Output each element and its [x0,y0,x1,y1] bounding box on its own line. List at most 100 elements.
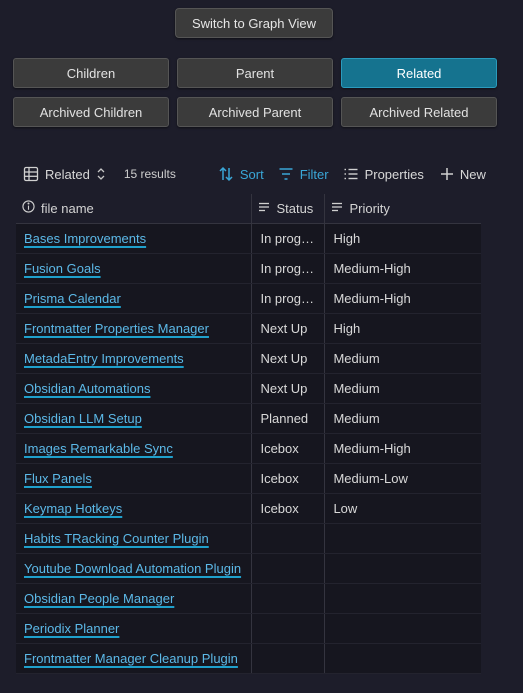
file-link[interactable]: Obsidian People Manager [24,591,174,606]
file-link[interactable]: Fusion Goals [24,261,101,276]
text-property-icon [258,201,270,216]
children-button[interactable]: Children [13,58,169,88]
priority-cell[interactable] [324,613,481,644]
status-cell[interactable] [251,613,325,644]
priority-cell[interactable]: High [324,223,481,254]
table-row: Images Remarkable Sync Icebox Medium-High [16,433,481,464]
priority-cell[interactable] [324,553,481,584]
priority-cell[interactable]: Medium-High [324,283,481,314]
properties-button[interactable]: Properties [343,166,424,182]
relation-buttons: Children Parent Related Archived Childre… [13,58,497,127]
sort-label: Sort [239,166,264,182]
table-row: Keymap Hotkeys Icebox Low [16,493,481,524]
sort-button[interactable]: Sort [218,166,264,182]
column-header-file-name[interactable]: file name [16,194,252,224]
parent-button[interactable]: Parent [177,58,333,88]
status-cell[interactable] [251,583,325,614]
sort-icon [218,166,234,182]
status-cell[interactable]: In progress [251,223,325,254]
file-link[interactable]: Bases Improvements [24,231,146,246]
file-name-cell: Obsidian Automations [16,373,252,404]
priority-value: Medium-High [333,440,411,456]
table-row: Bases Improvements In progress High [16,223,481,254]
new-button[interactable]: New [440,167,486,182]
related-button[interactable]: Related [341,58,497,88]
file-link[interactable]: Obsidian LLM Setup [24,411,142,426]
filter-label: Filter [299,166,329,182]
plus-icon [440,167,454,181]
status-cell[interactable]: Next Up [251,313,325,344]
file-name-cell: Frontmatter Properties Manager [16,313,252,344]
view-selector[interactable]: Related [23,166,106,182]
status-cell[interactable]: Next Up [251,373,325,404]
file-name-cell: MetadaEntry Improvements [16,343,252,374]
priority-cell[interactable]: Medium-High [324,433,481,464]
priority-cell[interactable]: Medium [324,373,481,404]
status-cell[interactable]: Next Up [251,343,325,374]
file-link[interactable]: Frontmatter Manager Cleanup Plugin [24,651,238,666]
priority-value: High [333,320,361,336]
priority-cell[interactable] [324,523,481,554]
file-link[interactable]: Periodix Planner [24,621,119,636]
column-label: Priority [349,200,390,216]
file-link[interactable]: Keymap Hotkeys [24,501,122,516]
priority-cell[interactable]: Medium [324,403,481,434]
column-header-status[interactable]: Status [251,194,325,224]
status-cell[interactable] [251,553,325,584]
priority-cell[interactable]: Medium [324,343,481,374]
file-name-cell: Obsidian LLM Setup [16,403,252,434]
table-row: Obsidian LLM Setup Planned Medium [16,403,481,434]
file-link[interactable]: Frontmatter Properties Manager [24,321,209,336]
table-header-row: file name Status Priority [16,194,481,224]
table-row: Flux Panels Icebox Medium-Low [16,463,481,494]
table-row: MetadaEntry Improvements Next Up Medium [16,343,481,374]
status-cell[interactable]: In progress [251,283,325,314]
priority-cell[interactable]: Medium-High [324,253,481,284]
archived-children-button[interactable]: Archived Children [13,97,169,127]
status-cell[interactable]: In progress [251,253,325,284]
column-label: Status [276,200,314,216]
table-row: Obsidian Automations Next Up Medium [16,373,481,404]
status-value: Icebox [260,470,299,486]
priority-value: Medium [333,410,380,426]
view-name: Related [45,166,90,182]
archived-related-button[interactable]: Archived Related [341,97,497,127]
bases-view-panel: Switch to Graph View Children Parent Rel… [0,0,523,693]
status-cell[interactable]: Planned [251,403,325,434]
file-link[interactable]: MetadaEntry Improvements [24,351,184,366]
priority-value: High [333,230,361,246]
status-cell[interactable] [251,643,325,674]
status-value: Planned [260,410,309,426]
status-value: Next Up [260,380,308,396]
filter-button[interactable]: Filter [278,166,329,182]
file-link[interactable]: Prisma Calendar [24,291,121,306]
file-link[interactable]: Flux Panels [24,471,92,486]
priority-cell[interactable]: Medium-Low [324,463,481,494]
text-property-icon [331,201,343,216]
bases-toolbar: Related 15 results Sort Filter Propertie… [16,160,486,188]
status-value: In progress [260,290,316,306]
priority-cell[interactable]: Low [324,493,481,524]
priority-cell[interactable]: High [324,313,481,344]
priority-value: Medium [333,380,380,396]
switch-to-graph-view-button[interactable]: Switch to Graph View [175,8,333,38]
chevron-up-down-icon [96,167,106,181]
status-cell[interactable]: Icebox [251,493,325,524]
file-link[interactable]: Images Remarkable Sync [24,441,173,456]
file-name-cell: Keymap Hotkeys [16,493,252,524]
file-name-cell: Obsidian People Manager [16,583,252,614]
file-link[interactable]: Habits TRacking Counter Plugin [24,531,209,546]
table-row: Habits TRacking Counter Plugin [16,523,481,554]
status-cell[interactable] [251,523,325,554]
status-value: In progress [260,230,316,246]
status-cell[interactable]: Icebox [251,433,325,464]
status-cell[interactable]: Icebox [251,463,325,494]
file-link[interactable]: Youtube Download Automation Plugin [24,561,241,576]
priority-cell[interactable] [324,583,481,614]
new-label: New [459,166,486,182]
file-link[interactable]: Obsidian Automations [24,381,150,396]
priority-cell[interactable] [324,643,481,674]
archived-parent-button[interactable]: Archived Parent [177,97,333,127]
column-header-priority[interactable]: Priority [324,194,481,224]
file-name-cell: Frontmatter Manager Cleanup Plugin [16,643,252,674]
